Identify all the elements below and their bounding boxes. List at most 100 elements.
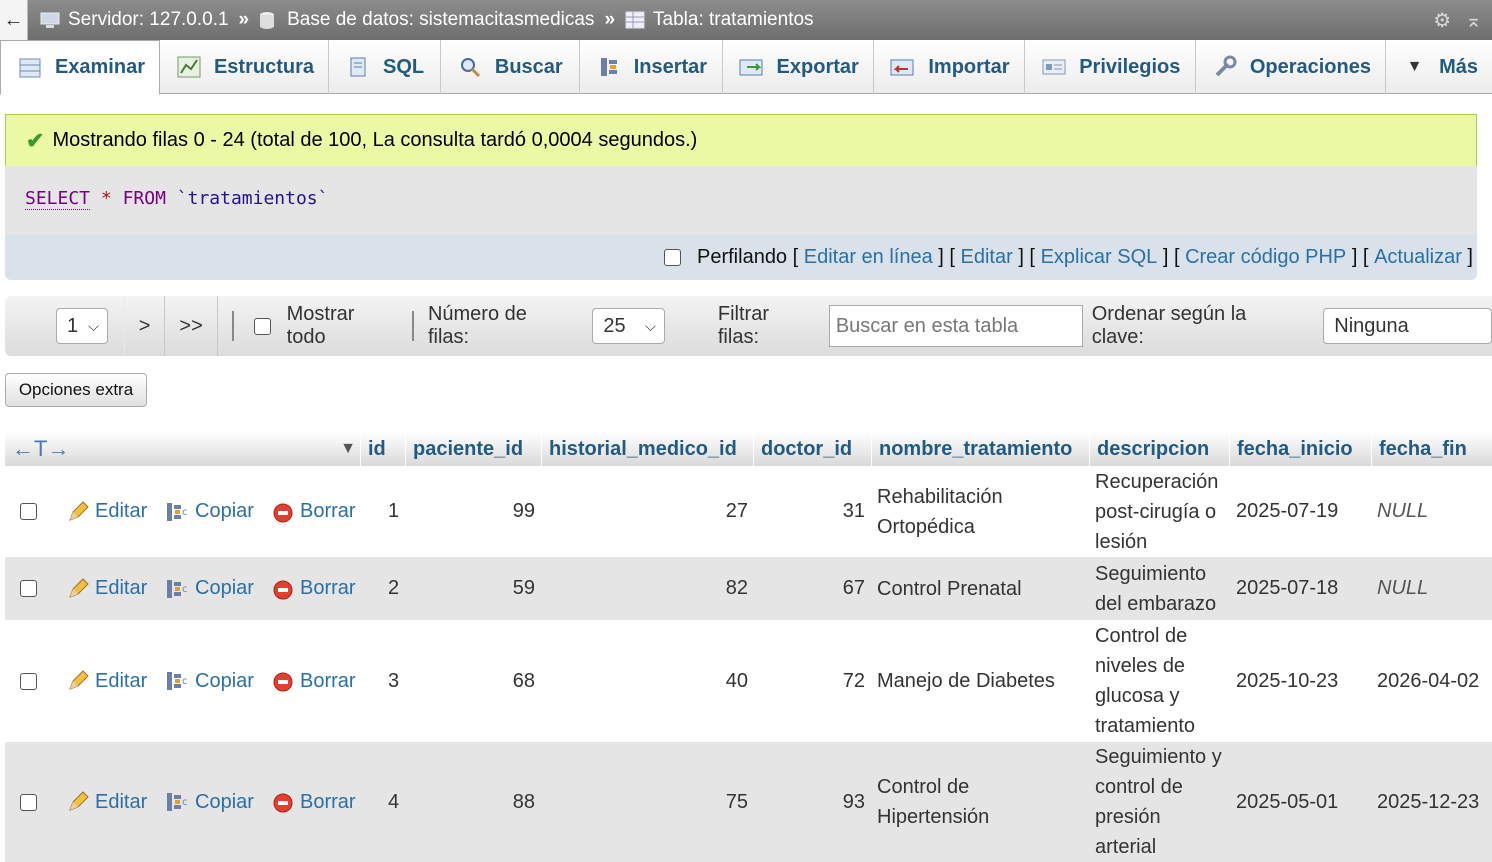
cell-fecha-fin: 2026-04-02 xyxy=(1377,669,1480,692)
tab-importar[interactable]: Importar xyxy=(874,40,1026,94)
explain-sql-link[interactable]: Explicar SQL xyxy=(1041,246,1158,269)
tab-privilegios[interactable]: Privilegios xyxy=(1025,40,1196,94)
column-header-nombre-tratamiento[interactable]: nombre_tratamiento xyxy=(871,432,1089,466)
cell-fecha-fin: NULL xyxy=(1377,500,1429,522)
edit-row-link[interactable]: Editar xyxy=(67,500,147,523)
column-header-doctor-id[interactable]: doctor_id xyxy=(753,432,871,466)
column-resize-control[interactable]: ←T→ ▼ xyxy=(5,432,360,466)
cell-descripcion-line: tratamiento xyxy=(1095,715,1196,737)
profiling-checkbox[interactable] xyxy=(664,248,681,266)
tab-label: Estructura xyxy=(213,55,314,78)
privileges-icon xyxy=(1041,55,1067,79)
cell-nombre-tratamiento: Control Prenatal xyxy=(877,574,1022,604)
cell-id: 2 xyxy=(388,577,400,599)
tab-bar: Examinar Estructura SQL Buscar Insertar … xyxy=(0,40,1492,95)
table-row: Editar c Copiar Borrar 1 99 27 31 Rehabilitación… xyxy=(5,466,1492,557)
collapse-top-icon[interactable]: ⌅ xyxy=(1465,8,1482,33)
delete-row-link[interactable]: Borrar xyxy=(272,577,356,600)
create-php-link[interactable]: Crear código PHP xyxy=(1185,246,1346,269)
sql-query-box: SELECT * FROM `tratamientos` xyxy=(5,166,1477,234)
show-all-checkbox[interactable] xyxy=(253,317,271,335)
filter-rows-input[interactable]: Buscar en esta tabla xyxy=(828,305,1083,347)
tab-exportar[interactable]: Exportar xyxy=(723,40,875,94)
chevron-down-icon: ⌵ xyxy=(645,317,656,334)
tab-estructura[interactable]: Estructura xyxy=(160,40,329,94)
cell-nombre-tratamiento-line: Hipertensión xyxy=(877,806,990,828)
profiling-label: Perfilando xyxy=(697,245,788,268)
delete-row-link[interactable]: Borrar xyxy=(272,500,356,523)
breadcrumb-table[interactable]: Tabla: tratamientos xyxy=(625,9,814,31)
inline-edit-link[interactable]: Editar en línea xyxy=(804,246,933,269)
copy-row-link[interactable]: c Copiar xyxy=(165,577,254,600)
tab-operaciones[interactable]: Operaciones xyxy=(1196,40,1386,94)
copy-row-link[interactable]: c Copiar xyxy=(165,670,254,693)
cell-nombre-tratamiento-line: Control de xyxy=(877,776,970,798)
breadcrumb-separator: » xyxy=(604,9,616,30)
sort-dropdown-icon[interactable]: ▼ xyxy=(340,440,356,458)
copy-row-link[interactable]: c Copiar xyxy=(165,500,254,523)
table-row: Editar c Copiar Borrar 4 88 75 93 Control de Hipe… xyxy=(5,742,1492,862)
cell-doctor-id: 72 xyxy=(842,669,865,692)
delete-row-link[interactable]: Borrar xyxy=(272,791,356,814)
extra-options-button[interactable]: Opciones extra xyxy=(5,373,147,407)
cell-nombre-tratamiento-line: Rehabilitación xyxy=(877,485,1003,508)
cell-historial-medico-id: 40 xyxy=(725,669,748,692)
page-select[interactable]: 1 ⌵ xyxy=(56,308,108,344)
tab-examinar[interactable]: Examinar xyxy=(0,40,160,95)
rows-per-page-select[interactable]: 25 ⌵ xyxy=(592,308,665,344)
cell-paciente-id: 99 xyxy=(512,500,535,522)
tab-label: Insertar xyxy=(633,55,708,78)
column-header-historial-medico-id[interactable]: historial_medico_id xyxy=(541,432,753,466)
breadcrumb: ← Servidor: 127.0.0.1 » Base de datos: s… xyxy=(0,0,1492,40)
tab-insertar[interactable]: Insertar xyxy=(580,40,723,94)
breadcrumb-server[interactable]: Servidor: 127.0.0.1 xyxy=(40,9,229,31)
copy-row-link-label: Copiar xyxy=(195,577,254,599)
refresh-link[interactable]: Actualizar xyxy=(1374,246,1462,269)
breadcrumb-database[interactable]: Base de datos: sistemacitasmedicas xyxy=(259,9,594,31)
edit-row-link[interactable]: Editar xyxy=(67,670,147,693)
chevron-down-icon: ⌵ xyxy=(88,317,99,334)
cell-doctor-id: 31 xyxy=(842,500,865,522)
cell-descripcion: Seguimiento del embarazo xyxy=(1095,559,1216,619)
order-key-select[interactable]: Ninguna xyxy=(1323,308,1492,344)
cell-descripcion-line: niveles de xyxy=(1095,655,1186,677)
svg-text:c: c xyxy=(182,584,188,595)
sql-actions-bar: Perfilando [ Editar en línea ] [ Editar … xyxy=(5,234,1477,280)
sql-keyword-select[interactable]: SELECT xyxy=(25,188,91,210)
tab-label: Operaciones xyxy=(1249,55,1371,78)
page-select-value: 1 xyxy=(67,314,79,337)
column-header-label: historial_medico_id xyxy=(549,437,737,460)
last-page-button[interactable]: >> xyxy=(165,296,218,356)
extra-options-label: Opciones extra xyxy=(18,380,134,399)
tab-mas[interactable]: ▼ Más xyxy=(1386,40,1492,94)
edit-row-link[interactable]: Editar xyxy=(67,577,147,600)
column-header-id[interactable]: id xyxy=(360,432,405,466)
row-select-checkbox[interactable] xyxy=(20,672,37,690)
column-header-paciente-id[interactable]: paciente_id xyxy=(405,432,541,466)
column-header-fecha-fin[interactable]: fecha_fin xyxy=(1371,432,1492,466)
cell-fecha-inicio: 2025-05-01 xyxy=(1236,790,1339,813)
delete-row-link-label: Borrar xyxy=(300,577,356,599)
column-header-descripcion[interactable]: descripcion xyxy=(1089,432,1229,466)
collapse-left-icon[interactable]: ← xyxy=(0,0,28,40)
copy-icon: c xyxy=(165,578,189,600)
gear-icon[interactable]: ⚙ xyxy=(1433,8,1451,33)
cell-descripcion-line: lesión xyxy=(1095,530,1148,553)
edit-sql-link[interactable]: Editar xyxy=(961,246,1013,269)
cell-historial-medico-id: 75 xyxy=(725,790,748,813)
tab-buscar[interactable]: Buscar xyxy=(441,40,580,94)
row-select-checkbox[interactable] xyxy=(20,503,37,520)
check-icon: ✔ xyxy=(26,127,45,153)
copy-row-link[interactable]: c Copiar xyxy=(165,791,254,814)
breadcrumb-database-label: Base de datos: sistemacitasmedicas xyxy=(287,9,595,30)
tab-sql[interactable]: SQL xyxy=(329,40,441,94)
row-select-checkbox[interactable] xyxy=(20,793,37,811)
next-page-button[interactable]: > xyxy=(123,296,166,356)
pencil-icon xyxy=(67,670,89,692)
pencil-icon xyxy=(67,791,89,813)
cell-descripcion-line: control de xyxy=(1095,776,1183,798)
row-select-checkbox[interactable] xyxy=(20,580,37,597)
delete-row-link[interactable]: Borrar xyxy=(272,670,356,693)
edit-row-link[interactable]: Editar xyxy=(67,791,147,814)
column-header-fecha-inicio[interactable]: fecha_inicio xyxy=(1229,432,1371,466)
